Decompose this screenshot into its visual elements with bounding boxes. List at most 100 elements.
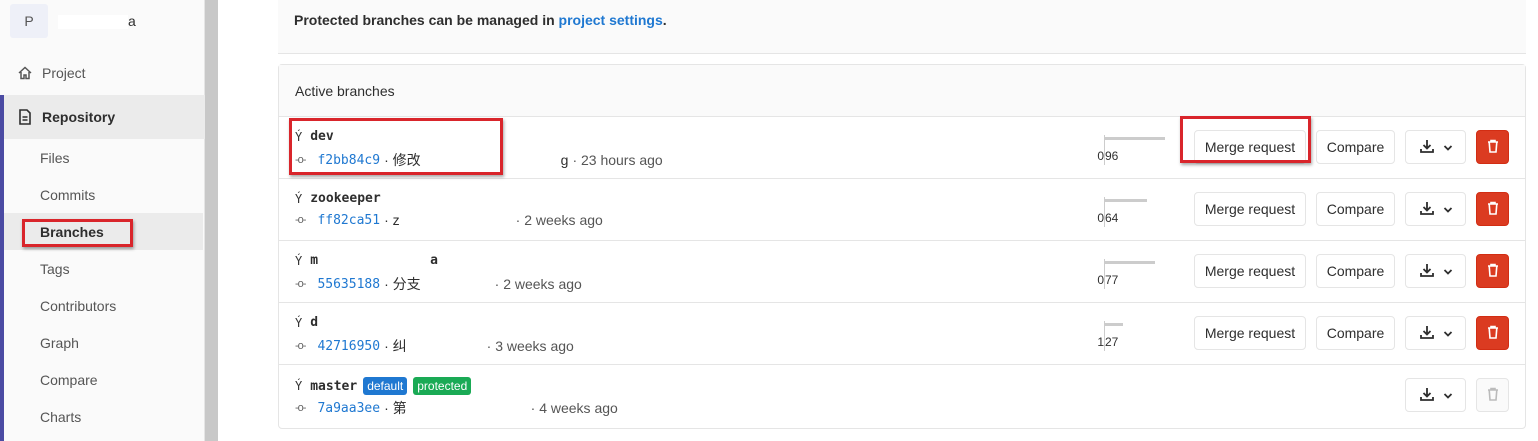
delete-branch-button[interactable] [1476,316,1509,350]
sidebar-item-repository[interactable]: Repository [0,95,205,139]
divergence-graph[interactable]: 0 64 [1094,193,1184,229]
active-branches-panel: Active branches Ýdev -o- f2bb84c9 · 修改 g … [278,64,1526,429]
chevron-down-icon [1443,263,1453,279]
sidebar-subitem-tags[interactable]: Tags [4,250,203,287]
commit-message[interactable]: · 分支 [384,274,491,294]
compare-button[interactable]: Compare [1316,130,1395,164]
project-name: a [58,13,136,30]
branch-name[interactable]: Ýmaster default protected [295,377,472,395]
branch-icon: Ý [295,379,303,393]
commit-icon: -o- [295,278,306,290]
commit-sha[interactable]: 7a9aa3ee [317,401,380,416]
commit-icon: -o- [295,340,306,352]
divergence-graph[interactable]: 0 96 [1094,131,1184,167]
branch-icon: Ý [295,191,303,206]
chevron-down-icon [1443,201,1453,217]
delete-branch-button-disabled [1476,378,1509,412]
branch-icon: Ý [295,315,303,330]
panel-title: Active branches [279,65,1525,117]
commit-message[interactable]: · 修改 g [384,150,568,170]
compare-button[interactable]: Compare [1316,316,1395,350]
project-avatar: P [10,4,48,38]
commit-sha[interactable]: f2bb84c9 [317,153,380,168]
commit-info: -o- ff82ca51 · z · 2 weeks ago [295,212,603,229]
chevron-down-icon [1443,387,1453,403]
sidebar-item-label: Repository [42,109,116,125]
ahead-bar [1105,323,1123,326]
commit-time: · 3 weeks ago [486,338,574,354]
branch-row: Ýmaster default protected -o- 7a9aa3ee ·… [279,365,1525,428]
merge-request-button[interactable]: Merge request [1194,130,1306,164]
notice-suffix: . [662,12,667,28]
commit-info: -o- f2bb84c9 · 修改 g · 23 hours ago [295,150,663,170]
document-icon [16,108,34,126]
merge-request-button[interactable]: Merge request [1194,192,1306,226]
download-dropdown[interactable] [1405,254,1466,288]
compare-button[interactable]: Compare [1316,192,1395,226]
trash-icon [1487,201,1499,218]
sidebar-subitem-branches[interactable]: Branches [4,213,203,250]
merge-request-button[interactable]: Merge request [1194,316,1306,350]
sidebar-subitem-contributors[interactable]: Contributors [4,287,203,324]
divergence-graph[interactable]: 1 27 [1094,317,1184,353]
commit-sha[interactable]: ff82ca51 [317,213,380,228]
commit-icon: -o- [295,214,306,227]
project-header[interactable]: P a [10,4,136,38]
branch-icon: Ý [295,129,303,144]
trash-icon [1487,263,1499,280]
branch-name[interactable]: Ýd [295,315,409,330]
notice-text: Protected branches can be managed in [294,12,559,28]
ahead-count: 27 [1105,335,1119,349]
behind-count: 1 [1097,335,1104,349]
download-icon [1419,262,1435,281]
commit-info: -o- 55635188 · 分支 · 2 weeks ago [295,274,582,294]
sidebar-subitem-graph[interactable]: Graph [4,324,203,361]
sidebar-subitem-files[interactable]: Files [4,139,203,176]
commit-sha[interactable]: 42716950 [317,339,380,354]
trash-icon [1487,325,1499,342]
download-icon [1419,386,1435,405]
commit-message[interactable]: · z [384,212,512,229]
download-dropdown[interactable] [1405,378,1466,412]
branch-row: Ýma -o- 55635188 · 分支 · 2 weeks ago 0 77… [279,241,1525,303]
delete-branch-button[interactable] [1476,130,1509,164]
commit-time: · 2 weeks ago [515,212,603,229]
download-dropdown[interactable] [1405,316,1466,350]
sidebar-subitem-charts[interactable]: Charts [4,398,203,435]
delete-branch-button[interactable] [1476,254,1509,288]
sidebar: P a Project Repository Files Commits Bra… [0,0,205,441]
compare-button[interactable]: Compare [1316,254,1395,288]
branch-name[interactable]: Ýzookeeper [295,191,381,206]
sidebar-subitem-compare[interactable]: Compare [4,361,203,398]
sidebar-scrollbar[interactable] [205,0,218,441]
branch-icon: Ý [295,253,303,268]
commit-icon: -o- [295,402,306,414]
branch-row: Ýdev -o- f2bb84c9 · 修改 g · 23 hours ago 0… [279,117,1525,179]
merge-request-button[interactable]: Merge request [1194,254,1306,288]
download-dropdown[interactable] [1405,130,1466,164]
download-dropdown[interactable] [1405,192,1466,226]
protected-badge: protected [413,377,472,395]
download-icon [1419,324,1435,343]
sidebar-item-project[interactable]: Project [0,54,205,91]
ahead-bar [1105,137,1165,140]
branch-name[interactable]: Ýma [295,253,438,268]
commit-time: · 4 weeks ago [530,400,618,416]
divergence-graph[interactable]: 0 77 [1094,255,1184,291]
commit-message[interactable]: · 第 [384,398,527,418]
ahead-count: 96 [1105,149,1119,163]
sidebar-accent [0,95,4,441]
commit-info: -o- 7a9aa3ee · 第 · 4 weeks ago [295,398,618,418]
commit-sha[interactable]: 55635188 [317,277,380,292]
behind-count: 0 [1097,273,1104,287]
project-settings-link[interactable]: project settings [559,12,663,28]
branch-name[interactable]: Ýdev [295,129,334,144]
commit-message[interactable]: · 纠 [384,336,483,356]
delete-branch-button[interactable] [1476,192,1509,226]
ahead-bar [1105,261,1155,264]
trash-icon [1487,139,1499,156]
default-badge: default [363,377,408,395]
branch-row: Ýzookeeper -o- ff82ca51 · z · 2 weeks ag… [279,179,1525,241]
sidebar-subitem-commits[interactable]: Commits [4,176,203,213]
ahead-count: 77 [1105,273,1119,287]
